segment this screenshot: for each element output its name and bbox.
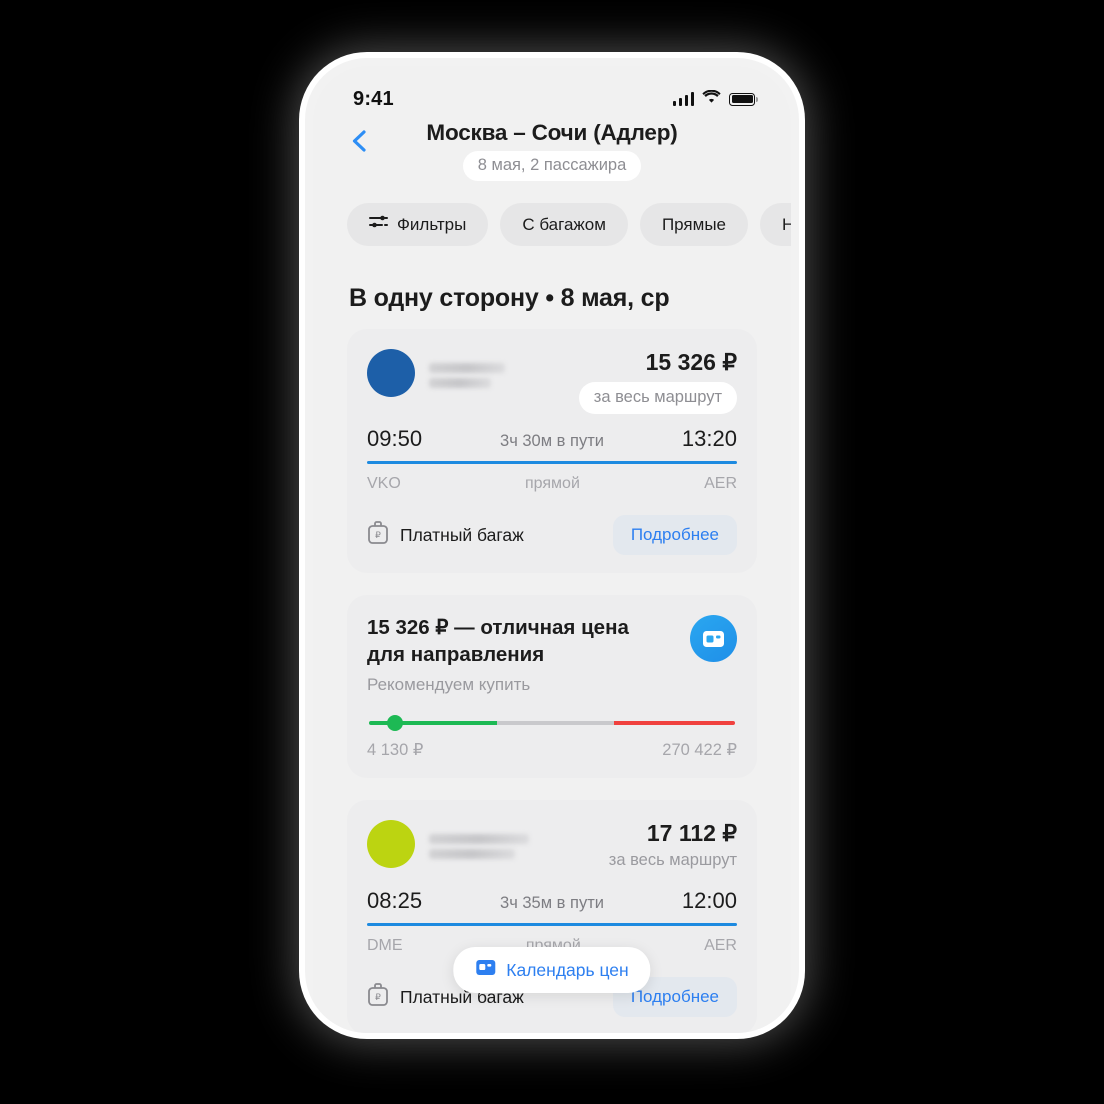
chip-with-baggage-label: С багажом bbox=[522, 214, 606, 234]
screenshot-stage: 9:41 Москва – Сочи (Адлер) 8 мая, 2 пасс… bbox=[0, 0, 1104, 1104]
phone-frame: 9:41 Москва – Сочи (Адлер) 8 мая, 2 пасс… bbox=[305, 58, 799, 1033]
flight-duration: 3ч 30м в пути bbox=[500, 432, 604, 450]
calendar-icon bbox=[475, 958, 496, 982]
back-button[interactable] bbox=[347, 128, 373, 154]
flight-card[interactable]: 15 326 ₽ за весь маршрут 09:50 3ч 30м в … bbox=[347, 329, 757, 573]
flight-progress-line bbox=[367, 461, 737, 464]
svg-text:₽: ₽ bbox=[375, 530, 381, 540]
price-bar-red-segment bbox=[614, 721, 735, 726]
chip-filters-label: Фильтры bbox=[397, 214, 467, 234]
flight-card[interactable]: 17 112 ₽ за весь маршрут 08:25 3ч 35м в … bbox=[347, 800, 757, 1033]
flight-progress-line bbox=[367, 923, 737, 927]
wifi-icon bbox=[702, 89, 721, 109]
arrival-time: 12:00 bbox=[681, 888, 737, 914]
details-button[interactable]: Подробнее bbox=[612, 515, 737, 555]
price-calendar-icon bbox=[690, 615, 737, 662]
departure-airport-code: DME bbox=[367, 937, 403, 955]
trip-summary-chip[interactable]: 8 мая, 2 пассажира bbox=[462, 151, 642, 181]
chip-partial[interactable]: Не б bbox=[760, 203, 791, 246]
flight-price: 17 112 ₽ bbox=[646, 820, 737, 847]
price-max-label: 270 422 ₽ bbox=[662, 741, 737, 760]
svg-text:₽: ₽ bbox=[375, 992, 381, 1002]
price-insight-card[interactable]: 15 326 ₽ — отличная цена для направления… bbox=[347, 595, 757, 779]
airline-name-blurred bbox=[429, 834, 529, 860]
paid-baggage-icon: ₽ bbox=[367, 982, 389, 1012]
phone-screen: 9:41 Москва – Сочи (Адлер) 8 мая, 2 пасс… bbox=[313, 66, 791, 1033]
price-min-label: 4 130 ₽ bbox=[367, 741, 424, 760]
sliders-icon bbox=[369, 214, 388, 235]
arrival-airport-code: AER bbox=[704, 937, 737, 955]
page-title: Москва – Сочи (Адлер) bbox=[426, 120, 678, 145]
status-bar: 9:41 bbox=[313, 66, 791, 118]
price-marker-dot bbox=[387, 715, 404, 732]
chip-with-baggage[interactable]: С багажом bbox=[500, 203, 628, 246]
price-range-bar bbox=[369, 715, 735, 732]
price-insight-title: 15 326 ₽ — отличная цена для направления bbox=[367, 616, 629, 666]
cellular-signal-icon bbox=[672, 92, 694, 106]
departure-time: 09:50 bbox=[367, 426, 423, 451]
results-list: В одну сторону • 8 мая, ср 15 326 ₽ за в… bbox=[313, 246, 791, 1033]
airline-name-blurred bbox=[429, 363, 505, 388]
filter-chips-row[interactable]: Фильтры С багажом Прямые Не б bbox=[313, 187, 791, 246]
departure-time: 08:25 bbox=[367, 888, 423, 914]
departure-airport-code: VKO bbox=[367, 475, 401, 492]
chip-partial-label: Не б bbox=[782, 214, 791, 234]
status-bar-time: 9:41 bbox=[353, 87, 394, 110]
chip-filters[interactable]: Фильтры bbox=[347, 203, 489, 246]
stops-label: прямой bbox=[525, 475, 580, 492]
price-bar-neutral-segment bbox=[497, 721, 615, 726]
navigation-header: Москва – Сочи (Адлер) 8 мая, 2 пассажира bbox=[313, 118, 791, 187]
chip-direct-label: Прямые bbox=[661, 214, 726, 234]
airline-logo bbox=[367, 349, 415, 397]
flight-duration: 3ч 35м в пути bbox=[500, 894, 604, 913]
price-calendar-button[interactable]: Календарь цен bbox=[453, 947, 651, 993]
baggage-label: Платный багаж bbox=[400, 524, 524, 545]
battery-icon bbox=[729, 92, 758, 106]
price-note: за весь маршрут bbox=[608, 851, 737, 870]
paid-baggage-icon: ₽ bbox=[367, 520, 389, 550]
price-calendar-label: Календарь цен bbox=[506, 959, 629, 980]
flight-price: 15 326 ₽ bbox=[645, 349, 737, 375]
section-heading: В одну сторону • 8 мая, ср bbox=[349, 284, 670, 312]
airline-logo bbox=[367, 820, 415, 869]
price-insight-subtitle: Рекомендуем купить bbox=[367, 675, 531, 695]
arrival-time: 13:20 bbox=[681, 426, 737, 451]
status-bar-icons bbox=[672, 89, 758, 109]
price-note: за весь маршрут bbox=[578, 382, 737, 414]
arrival-airport-code: AER bbox=[704, 475, 737, 492]
chip-direct[interactable]: Прямые bbox=[639, 203, 748, 246]
